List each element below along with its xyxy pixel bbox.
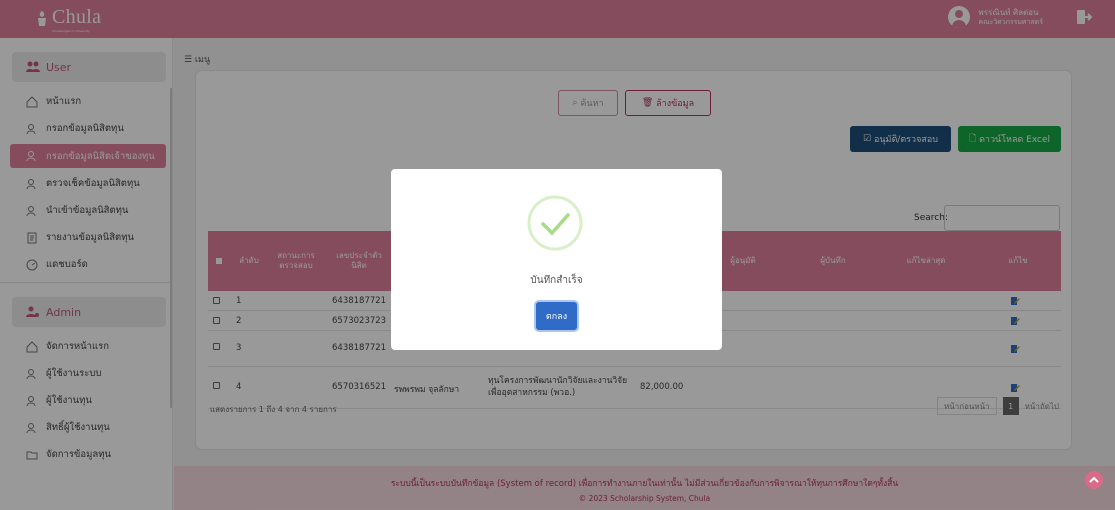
chevron-up-icon bbox=[1089, 476, 1099, 483]
success-check-icon bbox=[527, 195, 583, 251]
success-dialog: บันทึกสำเร็จ ตกลง bbox=[391, 169, 722, 350]
ok-button[interactable]: ตกลง bbox=[536, 302, 577, 330]
scroll-top-button[interactable] bbox=[1085, 471, 1103, 489]
dialog-message: บันทึกสำเร็จ bbox=[530, 275, 583, 286]
